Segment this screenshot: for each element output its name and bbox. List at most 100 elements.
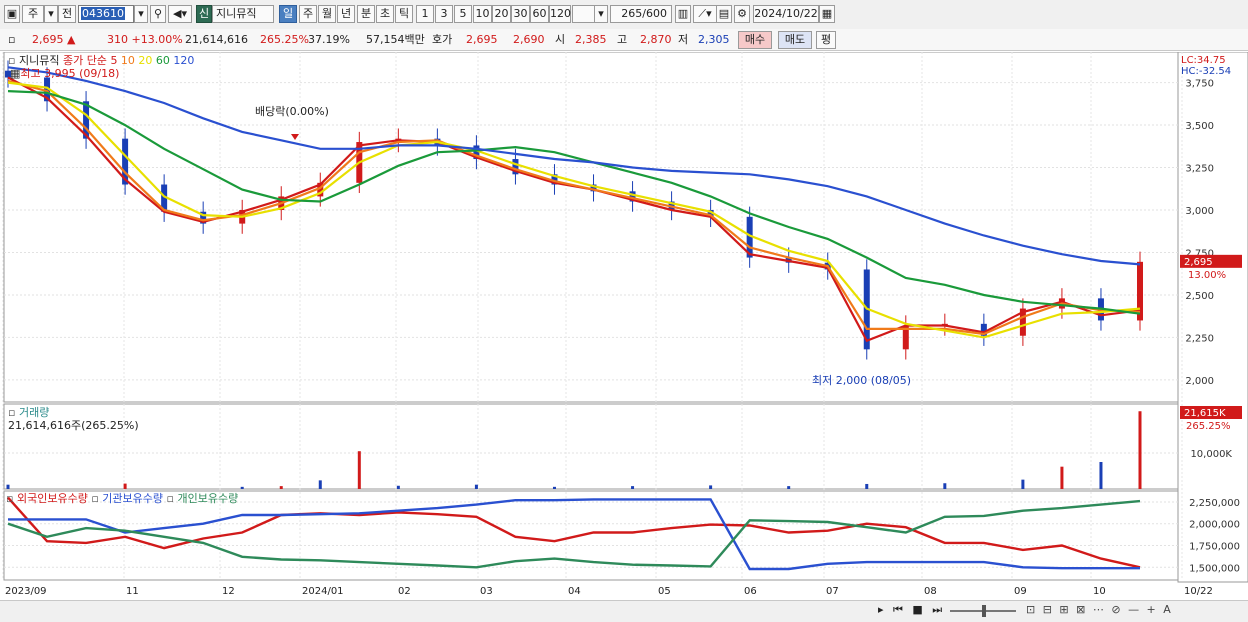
price-change: 310 +13.00% [107,33,183,46]
panel-frame-2 [3,403,1179,490]
chart-tool-icons[interactable]: ⊡ ⊟ ⊞ ⊠ ⋯ ⊘ — + A [1026,603,1173,616]
volume-ratio: 265.25% [260,33,309,46]
volume-tick-label: 10,000K [1190,449,1232,460]
volume-bar [357,451,361,489]
date-tick-label: 2024/01 [302,586,344,597]
minute-30[interactable]: 30 [511,5,530,23]
period-minute[interactable]: 분 [357,5,375,23]
volume-bar [123,483,127,489]
date-tick-label: 06 [744,586,757,597]
ask-price: 2,695 [466,33,498,46]
gear-icon[interactable]: ⚙ [734,5,750,23]
eval-button[interactable]: 평 [816,31,836,49]
date-tick-label: 12 [222,586,235,597]
holdings-tick-label: 1,500,000 [1189,563,1240,574]
holdings-tick-label: 2,000,000 [1189,520,1240,531]
hc-label: HC:-32.54 [1181,66,1232,77]
date-input[interactable]: 2024/10/22 [753,5,819,23]
code-dropdown-icon[interactable]: ▾ [134,5,148,23]
price-tick-label: 2,250 [1185,333,1214,344]
minute-10[interactable]: 10 [473,5,492,23]
price-tick-label: 3,000 [1185,206,1214,217]
max-label: ▦최고 3,995 (09/18) [10,67,120,80]
horizontal-scrollbar[interactable]: ▸ ⏮ ■ ⏭ ⊡ ⊟ ⊞ ⊠ ⋯ ⊘ — + A [0,600,1248,622]
volume-bar [865,483,869,489]
price-tick-label: 3,250 [1185,164,1214,175]
open-label: 시 [555,33,566,46]
ma-period-20: 20 [134,54,153,67]
dividend-label: 배당락(0.00%) [255,105,329,118]
date-tick-label: 2023/09 [5,586,47,597]
market-dropdown-icon[interactable]: ▾ [44,5,58,23]
date-tick-label: 08 [924,586,937,597]
holdings-legend: ▫ 외국인보유수량 ▫ 기관보유수량 ▫ 개인보유수량 [6,492,239,505]
minute-1[interactable]: 1 [416,5,434,23]
institution-holdings-label: 기관보유수량 [102,492,164,505]
save-icon[interactable]: ▤ [716,5,732,23]
period-week[interactable]: 주 [299,5,317,23]
custom-dropdown-icon[interactable]: ▾ [594,5,608,23]
stock-name: 지니뮤직 [212,5,274,23]
period-second[interactable]: 초 [376,5,394,23]
volume-bar [552,486,556,489]
date-tick-label: 07 [826,586,839,597]
buy-button[interactable]: 매수 [738,31,772,49]
candle-icon[interactable]: ▥ [675,5,691,23]
volume-bar [6,484,10,489]
scroll-controls[interactable]: ▸ ⏮ ■ ⏭ [878,603,945,617]
ma-period-120: 120 [169,54,195,67]
last-pct-tag-text: 13.00% [1188,270,1226,281]
minute-60[interactable]: 60 [530,5,549,23]
date-tick-label: 04 [568,586,581,597]
volume-bar [279,486,283,489]
minute-3[interactable]: 3 [435,5,453,23]
date-tick-label: 10 [1093,586,1106,597]
period-year[interactable]: 년 [337,5,355,23]
calendar-icon[interactable]: ▦ [819,5,835,23]
bar-count-input[interactable]: 265/600 [610,5,672,23]
foreign-holdings-label: 외국인보유수량 [16,492,88,505]
sell-button[interactable]: 매도 [778,31,812,49]
holdings-tick-label: 2,250,000 [1189,498,1240,509]
volume-value: 21,614,616 [185,33,248,46]
low-label: 저 [678,33,689,46]
period-month[interactable]: 월 [318,5,336,23]
volume-bar [631,486,635,489]
sound-icon[interactable]: ◀▾ [168,5,192,23]
price-tick-label: 3,500 [1185,121,1214,132]
date-tick-label: 09 [1014,586,1027,597]
zoom-slider-handle[interactable] [982,605,986,617]
toolbar: ▣ 주 ▾ 전 043610 ▾ ⚲ ◀▾ 신 지니뮤직 일 주 월 년 분 초… [0,0,1248,30]
volume-bar [240,486,244,489]
draw-tool-icon[interactable]: ⟋▾ [693,5,717,23]
volume-bar [474,484,478,489]
holdings-tick-label: 1,750,000 [1189,542,1240,553]
volume-bar [1060,466,1064,489]
minute-5[interactable]: 5 [454,5,472,23]
window-icon[interactable]: ▣ [4,5,20,23]
open-price: 2,385 [575,33,607,46]
volume-pct-tag-text: 265.25% [1186,421,1231,432]
min-label: 최저 2,000 (08/05) [812,374,912,387]
volume-bar [1099,462,1103,489]
ma-period-list: 5 10 20 60 120 [110,54,194,67]
period-tick[interactable]: 틱 [395,5,413,23]
stock-code-input[interactable]: 043610 [78,5,134,23]
minute-20[interactable]: 20 [492,5,511,23]
info-icon: ▫ [8,33,16,46]
last-price-tag-text: 2,695 [1184,257,1213,268]
high-label: 고 [617,33,628,46]
date-tick-label: 11 [126,586,139,597]
bid-label: 호가 [432,33,453,46]
low-price: 2,305 [698,33,730,46]
date-tick-label: 03 [480,586,493,597]
minute-120[interactable]: 120 [549,5,571,23]
market-select[interactable]: 주 [22,5,44,23]
volume-bar [1021,479,1025,489]
new-badge: 신 [196,5,212,23]
prev-button[interactable]: 전 [58,5,76,23]
period-day[interactable]: 일 [279,5,297,23]
volume-tag-text: 21,615K [1184,408,1226,419]
volume-legend: ▫ 거래량 [8,406,50,419]
search-icon[interactable]: ⚲ [150,5,166,23]
